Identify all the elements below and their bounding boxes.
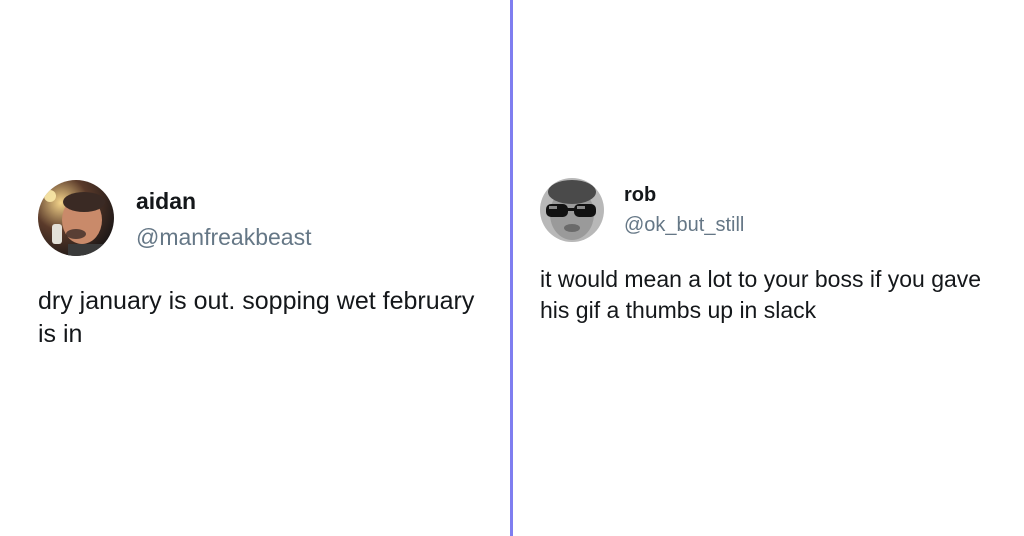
tweet-header: aidan @manfreakbeast <box>38 180 498 256</box>
tweet-card-aidan: aidan @manfreakbeast dry january is out.… <box>38 180 498 351</box>
meme-canvas: aidan @manfreakbeast dry january is out.… <box>0 0 1024 536</box>
avatar-photo-icon <box>540 178 604 242</box>
tweet-card-rob: rob @ok_but_still it would mean a lot to… <box>540 178 1010 323</box>
author-handle[interactable]: @ok_but_still <box>624 214 744 237</box>
avatar[interactable] <box>540 178 604 242</box>
avatar-photo-icon <box>38 180 114 256</box>
divider-line <box>510 0 513 536</box>
author-handle[interactable]: @manfreakbeast <box>136 224 312 251</box>
tweet-text: it would mean a lot to your boss if you … <box>540 266 982 324</box>
tweet-header: rob @ok_but_still <box>540 178 1010 254</box>
avatar[interactable] <box>38 180 114 256</box>
author-name[interactable]: rob <box>624 184 656 207</box>
tweet-text: dry january is out. sopping wet february… <box>38 287 475 348</box>
author-name[interactable]: aidan <box>136 188 196 215</box>
